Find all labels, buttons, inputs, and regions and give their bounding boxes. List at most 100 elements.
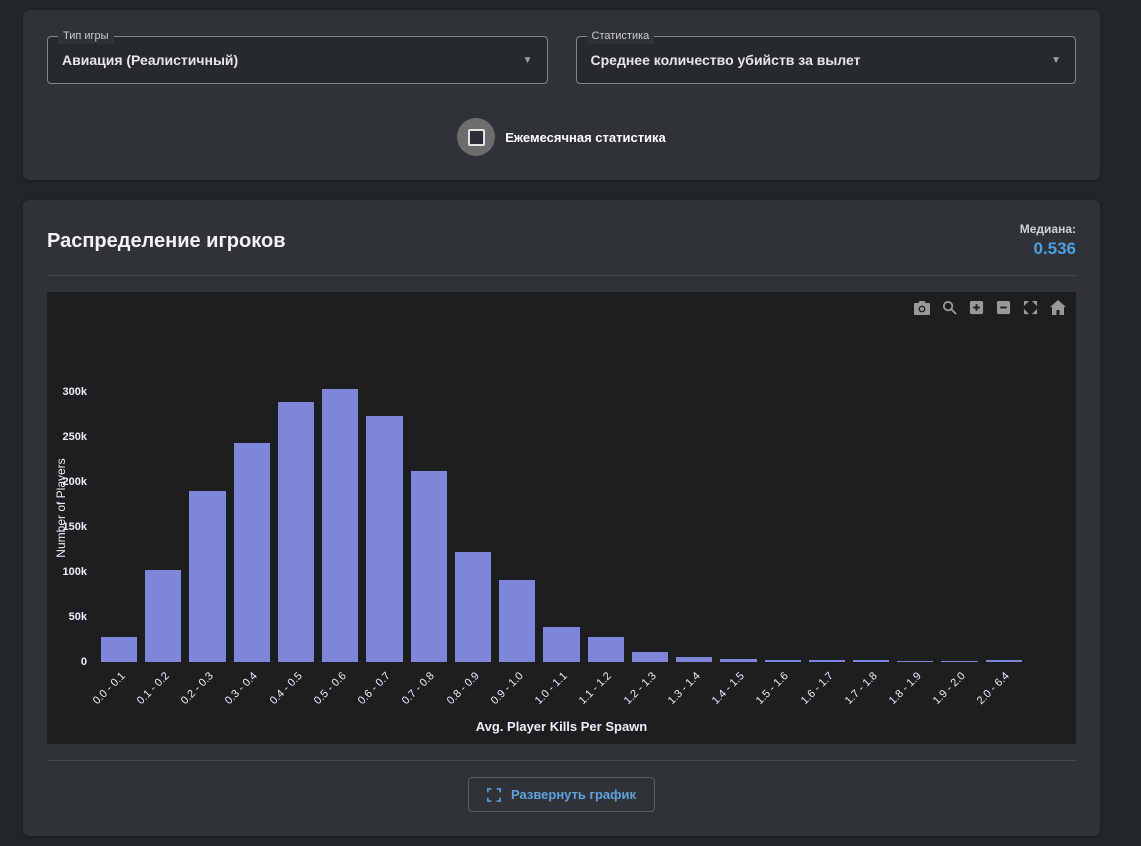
distribution-panel: Распределение игроков Медиана: 0.536 Num… [23,200,1100,836]
x-tick-label: 0.4 - 0.5 [267,670,305,708]
expand-icon [487,787,501,802]
y-tick-label: 250k [62,430,87,443]
zoom-in-icon[interactable] [969,300,984,315]
game-type-select[interactable]: Тип игры Авиация (Реалистичный) ▼ [47,29,548,84]
x-tick-label: 1.2 - 1.3 [621,670,659,708]
autoscale-icon[interactable] [1023,300,1038,315]
page: Тип игры Авиация (Реалистичный) ▼ Статис… [0,0,1141,836]
plotly-modebar [914,300,1066,315]
distribution-chart: Number of Players 0 50k 100k 150k 200k 250k 30… [47,292,1076,744]
zoom-out-icon[interactable] [996,300,1011,315]
bar-0.7-0.8 [410,471,447,662]
zoom-icon[interactable] [942,300,957,315]
statistic-label: Статистика [586,29,655,44]
bar-1.1-1.2 [587,636,624,662]
home-icon[interactable] [1050,300,1066,315]
bar-0.1-0.2 [145,570,182,662]
checkbox-icon [467,128,485,146]
chevron-down-icon: ▼ [1051,54,1061,66]
y-tick-label: 200k [62,475,87,488]
y-tick-label: 150k [62,520,87,533]
bar-column: 1.0 - 1.1 [533,354,583,707]
bar-0.0-0.1 [100,636,138,662]
bar-1.4-1.5 [720,658,757,662]
bar-column: 1.8 - 1.9 [887,354,937,707]
x-tick-label: 1.6 - 1.7 [798,670,836,708]
x-tick-label: 0.2 - 0.3 [179,670,217,708]
x-tick-label: 1.4 - 1.5 [709,670,747,708]
y-axis-ticks: 0 50k 100k 150k 200k 250k 300k [47,354,91,668]
y-tick-label: 0 [80,656,87,668]
bars-container: 0.0 - 0.1 0.1 - 0.2 0.2 - 0.3 0.3 - 0.4 0.4 … [91,354,1026,707]
x-tick-label: 0.7 - 0.8 [400,670,438,708]
bar-0.4-0.5 [277,401,315,662]
x-tick-label: 1.9 - 2.0 [931,670,969,708]
median-block: Медиана: 0.536 [1020,222,1076,259]
bar-column: 1.9 - 2.0 [931,354,981,707]
bar-column: 0.9 - 1.0 [489,354,539,707]
bar-column: 2.0 - 6.4 [975,354,1026,707]
divider [47,760,1076,761]
y-tick-label: 300k [62,385,87,398]
monthly-stats-row: Ежемесячная статистика [47,118,1076,156]
divider [47,275,1076,276]
bar-column: 0.4 - 0.5 [268,354,318,707]
x-tick-label: 1.8 - 1.9 [886,670,924,708]
x-tick-label: 0.3 - 0.4 [223,670,261,708]
bar-1.6-1.7 [808,660,845,662]
median-value: 0.536 [1033,239,1076,258]
bar-0.5-0.6 [322,389,359,662]
bar-column: 0.1 - 0.2 [135,354,185,707]
x-tick-label: 2.0 - 6.4 [975,670,1013,708]
camera-icon[interactable] [914,300,930,315]
bar-1.3-1.4 [676,656,713,662]
bar-column: 0.3 - 0.4 [223,354,274,707]
bar-column: 1.2 - 1.3 [621,354,672,707]
x-tick-label: 1.5 - 1.6 [754,670,792,708]
bar-1.7-1.8 [852,660,890,662]
page-title: Распределение игроков [47,230,286,252]
bar-column: 0.2 - 0.3 [179,354,229,707]
bar-column: 0.6 - 0.7 [356,354,406,707]
statistic-select[interactable]: Статистика Среднее количество убийств за… [575,29,1076,84]
monthly-stats-label: Ежемесячная статистика [505,129,666,145]
statistic-value: Среднее количество убийств за вылет [590,52,861,68]
filter-fields-row: Тип игры Авиация (Реалистичный) ▼ Статис… [47,29,1076,84]
chevron-down-icon: ▼ [522,54,533,66]
bar-0.9-1.0 [499,580,536,662]
bar-1.8-1.9 [897,660,934,662]
bar-1.0-1.1 [543,626,580,662]
bar-0.8-0.9 [454,552,492,662]
bar-2.0-6.4 [985,660,1022,662]
bar-0.2-0.3 [189,490,226,662]
x-tick-label: 1.7 - 1.8 [842,670,880,708]
bar-column: 1.4 - 1.5 [710,354,760,707]
median-label: Медиана: [1019,222,1076,236]
monthly-stats-checkbox[interactable] [457,118,496,156]
plot-area: 0.0 - 0.1 0.1 - 0.2 0.2 - 0.3 0.3 - 0.4 0.4 … [91,354,1026,707]
bar-0.6-0.7 [366,416,403,662]
x-tick-label: 0.0 - 0.1 [90,670,128,708]
y-tick-label: 50k [68,610,87,623]
bar-column: 1.7 - 1.8 [843,354,893,707]
expand-chart-button[interactable]: Развернуть график [467,777,655,812]
bar-1.2-1.3 [631,652,669,662]
game-type-label: Тип игры [58,29,114,44]
bar-column: 0.7 - 0.8 [400,354,451,707]
bar-column: 1.3 - 1.4 [666,354,716,707]
bar-column: 0.0 - 0.1 [91,354,141,707]
bar-column: 1.6 - 1.7 [798,354,849,707]
x-tick-label: 0.1 - 0.2 [134,670,172,708]
expand-chart-label: Развернуть график [510,787,636,802]
x-tick-label: 1.1 - 1.2 [577,670,615,708]
x-tick-label: 0.9 - 1.0 [488,670,526,708]
y-tick-label: 100k [62,565,87,578]
x-tick-label: 0.6 - 0.7 [355,670,394,708]
bar-1.5-1.6 [764,659,801,662]
game-type-value: Авиация (Реалистичный) [62,52,239,68]
bar-column: 0.8 - 0.9 [444,354,495,707]
x-tick-label: 0.5 - 0.6 [311,670,349,708]
x-tick-label: 1.0 - 1.1 [532,670,570,708]
bar-1.9-2.0 [941,660,978,662]
bar-0.3-0.4 [233,443,270,662]
